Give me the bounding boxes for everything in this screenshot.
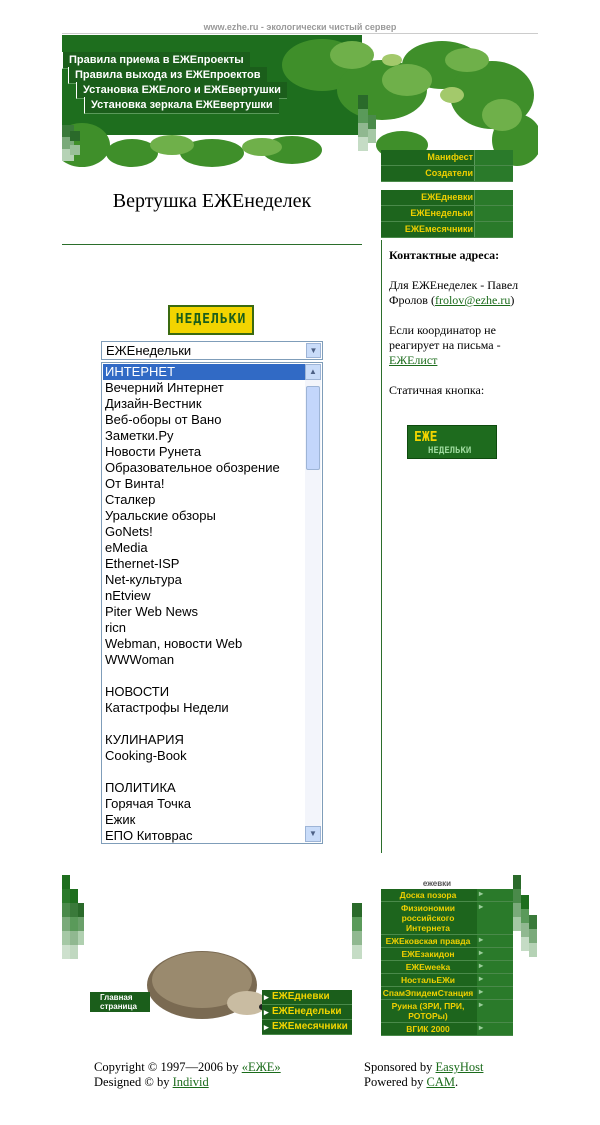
list-item[interactable]: Cooking-Book xyxy=(103,748,305,764)
home-page-button[interactable]: Главная страница xyxy=(90,992,150,1012)
footer-menu-daily[interactable]: ЕЖЕдневки xyxy=(262,990,352,1005)
cam-link[interactable]: CAM xyxy=(427,1075,455,1089)
footer-credits-right: Sponsored by EasyHost Powered by CAM. xyxy=(364,1060,483,1090)
right-footer-item[interactable]: СпамЭпидемСтанция xyxy=(381,987,513,1000)
static-button-graphic: ЕЖЕ НЕДЕЛЬКИ xyxy=(414,430,471,456)
footer-menu-weekly[interactable]: ЕЖЕнедельки xyxy=(262,1005,352,1020)
footer-menu-left: ЕЖЕдневки ЕЖЕнедельки ЕЖЕмесячники xyxy=(262,990,352,1035)
site-list: ИНТЕРНЕТ Вечерний Интернет Дизайн-Вестник В… xyxy=(103,364,305,843)
tagline-divider xyxy=(62,33,538,34)
category-select-value: ЕЖЕнедельки xyxy=(106,343,192,358)
list-item[interactable]: Net-культура xyxy=(103,572,305,588)
list-item[interactable]: Новости Рунета xyxy=(103,444,305,460)
list-item[interactable]: nEtview xyxy=(103,588,305,604)
scroll-up-icon[interactable]: ▲ xyxy=(305,364,321,380)
right-footer-menu: ежевкиДоска позораФизиономии российского… xyxy=(381,878,513,1036)
category-select[interactable]: ЕЖЕнедельки ▼ xyxy=(101,341,323,360)
contacts-heading: Контактные адреса: xyxy=(389,248,500,262)
menu-daily[interactable]: ЕЖЕдневки xyxy=(381,190,513,206)
right-menu-mid: ЕЖЕдневки ЕЖЕнедельки ЕЖЕмесячники xyxy=(381,190,513,238)
list-item[interactable]: Webman, новости Web xyxy=(103,636,305,652)
right-menu-top: Манифест Создатели xyxy=(381,150,513,182)
list-item[interactable]: Образовательное обозрение xyxy=(103,460,305,476)
list-item[interactable]: Piter Web News xyxy=(103,604,305,620)
contacts-coordinator-text: Если координатор не реагирует на письма … xyxy=(389,323,501,352)
menu-weekly[interactable]: ЕЖЕнедельки xyxy=(381,206,513,222)
chevron-down-icon[interactable]: ▼ xyxy=(306,343,321,358)
contacts-paren: ) xyxy=(510,293,515,307)
page-title: Вертушка ЕЖЕнеделек xyxy=(112,190,312,212)
individ-link[interactable]: Individ xyxy=(173,1075,209,1089)
right-footer-item[interactable]: ЕЖЕweeka xyxy=(381,961,513,974)
list-item[interactable]: Ethernet-ISP xyxy=(103,556,305,572)
footer-credits-left: Copyright © 1997—2006 by «ЕЖЕ» Designed … xyxy=(94,1060,281,1090)
contacts-block: Контактные адреса: Для ЕЖЕнеделек - Паве… xyxy=(389,248,524,413)
site-listbox[interactable]: ИНТЕРНЕТ Вечерний Интернет Дизайн-Вестник В… xyxy=(101,362,323,844)
right-footer-item[interactable]: ВГИК 2000 xyxy=(381,1023,513,1036)
pixel-fade-graphic xyxy=(513,875,537,957)
list-item[interactable]: Катастрофы Недели xyxy=(103,700,305,716)
list-item[interactable] xyxy=(103,716,305,732)
list-item[interactable]: ПОЛИТИКА xyxy=(103,780,305,796)
list-item[interactable]: WWWoman xyxy=(103,652,305,668)
list-item[interactable]: НОВОСТИ xyxy=(103,684,305,700)
list-item[interactable]: ИНТЕРНЕТ xyxy=(103,364,305,380)
right-footer-item[interactable]: Физиономии российского Интернета xyxy=(381,902,513,935)
menu-manifest[interactable]: Манифест xyxy=(381,150,513,166)
list-item[interactable]: КУЛИНАРИЯ xyxy=(103,732,305,748)
ezhelist-link[interactable]: ЕЖЕлист xyxy=(389,353,437,367)
nedelki-button[interactable]: НЕДЕЛЬКИ xyxy=(168,305,254,335)
powered-suffix: . xyxy=(454,1075,459,1089)
static-button-top: ЕЖЕ xyxy=(414,430,437,445)
footer-menu-monthly[interactable]: ЕЖЕмесячники xyxy=(262,1020,352,1035)
sidebar-divider xyxy=(381,240,382,853)
right-footer-item[interactable]: НостальЕЖи xyxy=(381,974,513,987)
list-item[interactable]: Уральские обзоры xyxy=(103,508,305,524)
list-item[interactable]: Заметки.Ру xyxy=(103,428,305,444)
right-footer-item[interactable]: ЕЖЕзакидон xyxy=(381,948,513,961)
listbox-scrollbar[interactable]: ▲ ▼ xyxy=(305,364,321,842)
powered-text: Powered by xyxy=(364,1075,427,1089)
site-tagline: www.ezhe.ru - экологически чистый сервер xyxy=(203,22,397,32)
list-item[interactable] xyxy=(103,668,305,684)
menu-monthly[interactable]: ЕЖЕмесячники xyxy=(381,222,513,238)
list-item[interactable]: GoNets! xyxy=(103,524,305,540)
right-footer-item[interactable]: Руина (ЗРИ, ПРИ, РОТОРы) xyxy=(381,1000,513,1023)
static-button-label: Статичная кнопка: xyxy=(389,383,485,397)
easyhost-link[interactable]: EasyHost xyxy=(436,1060,484,1074)
list-item[interactable]: От Винта! xyxy=(103,476,305,492)
list-item[interactable]: eMedia xyxy=(103,540,305,556)
scroll-thumb[interactable] xyxy=(306,386,320,470)
right-footer-item[interactable]: ЕЖЕковская правда xyxy=(381,935,513,948)
designed-text: Designed © by xyxy=(94,1075,173,1089)
copyright-text: Copyright © 1997—2006 by xyxy=(94,1060,242,1074)
frolov-email-link[interactable]: frolov@ezhe.ru xyxy=(435,293,510,307)
sponsored-text: Sponsored by xyxy=(364,1060,436,1074)
right-footer-heading: ежевки xyxy=(422,879,452,888)
list-item[interactable]: Вечерний Интернет xyxy=(103,380,305,396)
footer-right-decoration xyxy=(513,875,540,975)
static-nedelki-button[interactable]: ЕЖЕ НЕДЕЛЬКИ xyxy=(407,425,497,459)
list-item[interactable]: Ежик xyxy=(103,812,305,828)
right-footer-item[interactable]: Доска позора xyxy=(381,889,513,902)
list-item[interactable]: Сталкер xyxy=(103,492,305,508)
scroll-down-icon[interactable]: ▼ xyxy=(305,826,321,842)
menu-creators[interactable]: Создатели xyxy=(381,166,513,182)
header-menu-item-mirror[interactable]: Установка зеркала ЕЖЕвертушки xyxy=(84,97,279,114)
ezhe-link[interactable]: «ЕЖЕ» xyxy=(242,1060,281,1074)
title-divider xyxy=(62,244,362,245)
static-button-bottom: НЕДЕЛЬКИ xyxy=(428,446,471,456)
list-item[interactable]: Веб-оборы от Вано xyxy=(103,412,305,428)
list-item[interactable]: ricn xyxy=(103,620,305,636)
list-item[interactable]: Горячая Точка xyxy=(103,796,305,812)
list-item[interactable]: ЕПО Китоврас xyxy=(103,828,305,843)
list-item[interactable]: Дизайн-Вестник xyxy=(103,396,305,412)
list-item[interactable] xyxy=(103,764,305,780)
